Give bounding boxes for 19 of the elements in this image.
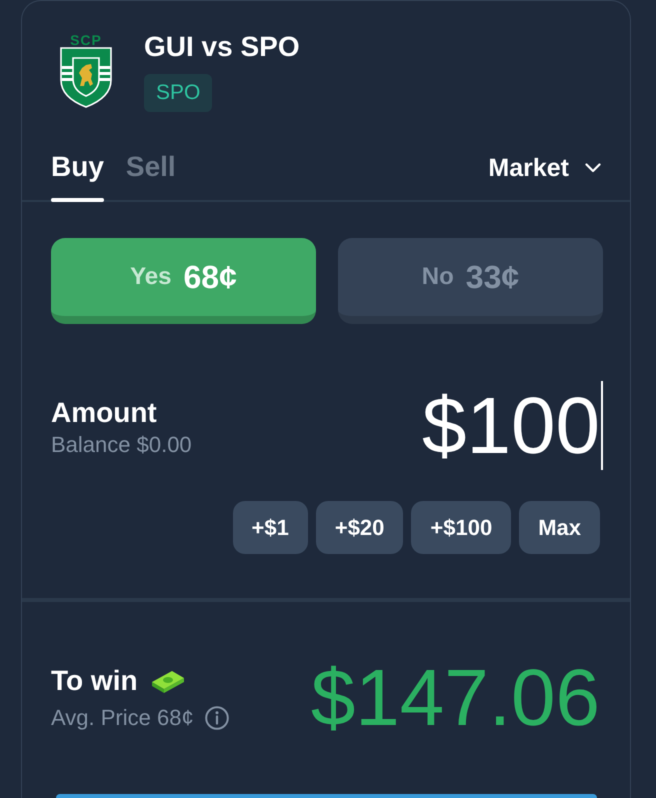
quick-amount-button[interactable]: +$20	[316, 501, 404, 554]
info-icon[interactable]	[204, 706, 229, 730]
amount-field[interactable]: $100	[422, 381, 603, 470]
amount-label: Amount	[51, 396, 158, 428]
payout-amount: $147.06	[310, 658, 600, 738]
side-tab[interactable]: Buy	[51, 150, 104, 200]
quick-amount-button[interactable]: Max	[519, 501, 600, 554]
crest-icon	[58, 46, 114, 108]
quick-amount-button[interactable]: +$1	[232, 501, 308, 554]
quick-amount-button[interactable]: +$100	[411, 501, 512, 554]
banknote-stack-icon	[150, 668, 186, 694]
to-win-label: To win	[51, 664, 138, 698]
market-title: GUI vs SPO	[144, 30, 300, 64]
order-type-dropdown[interactable]: Market	[488, 152, 603, 184]
crest-letters: SCP	[70, 35, 102, 46]
chevron-down-icon	[585, 163, 601, 173]
avg-price-text: Avg. Price 68¢	[51, 704, 194, 732]
team-badge: SPO	[144, 74, 212, 112]
balance-text: Balance $0.00	[51, 430, 192, 458]
